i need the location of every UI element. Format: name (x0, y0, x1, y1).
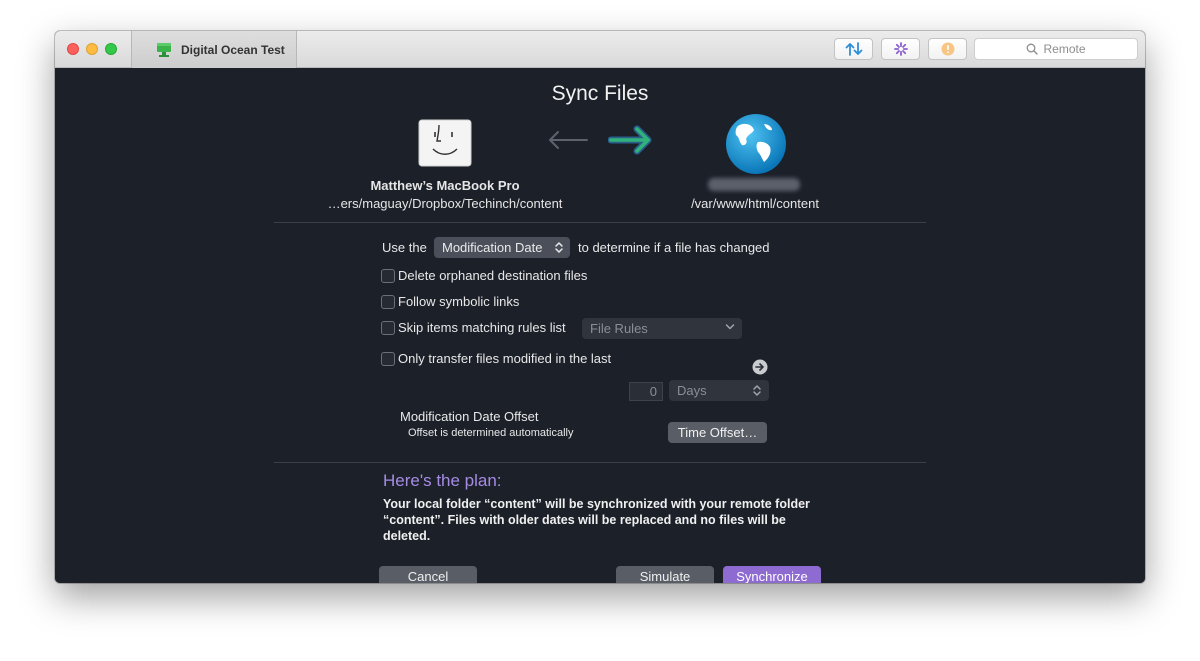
skip-matching-label: Skip items matching rules list (398, 320, 566, 335)
chevron-updown-icon (555, 242, 563, 253)
only-transfer-label: Only transfer files modified in the last (398, 351, 612, 366)
days-unit-value: Days (677, 383, 707, 398)
close-window-button[interactable] (67, 43, 79, 55)
skip-matching-checkbox[interactable] (381, 321, 395, 335)
days-unit-select[interactable]: Days (669, 380, 769, 401)
chevron-updown-icon (753, 385, 761, 396)
minimize-window-button[interactable] (86, 43, 98, 55)
follow-symlinks-checkbox[interactable] (381, 295, 395, 309)
compare-method-value: Modification Date (442, 240, 543, 255)
top-divider (274, 222, 926, 223)
search-icon (1027, 43, 1039, 55)
arrow-left-icon (549, 131, 588, 149)
spinner-icon (893, 42, 908, 56)
compare-prefix-label: Use the (382, 240, 427, 255)
info-icon (941, 42, 954, 56)
local-computer-name: Matthew’s MacBook Pro (370, 178, 520, 193)
app-window: Digital Ocean Test Remote Sync Files Mat… (55, 31, 1145, 583)
offset-subtitle: Offset is determined automatically (408, 427, 574, 439)
delete-orphaned-label: Delete orphaned destination files (398, 268, 588, 283)
compare-suffix-label: to determine if a file has changed (578, 240, 770, 255)
title-bar: Digital Ocean Test Remote (55, 31, 1145, 68)
arrow-right-icon (608, 125, 652, 155)
go-to-rules-button[interactable] (752, 359, 768, 375)
sync-dialog: Sync Files Matthew’s MacBook Pro …ers/ma… (55, 69, 1145, 583)
search-placeholder: Remote (1043, 42, 1086, 56)
tab-label: Digital Ocean Test (181, 42, 285, 57)
remote-folder-path: /var/www/html/content (691, 196, 819, 211)
transfers-button[interactable] (834, 38, 873, 60)
chevron-down-icon (725, 324, 735, 330)
cancel-button[interactable]: Cancel (379, 566, 477, 583)
activity-button[interactable] (881, 38, 920, 60)
days-count-field[interactable]: 0 (629, 382, 663, 401)
plan-description: Your local folder “content” will be sync… (383, 497, 810, 543)
remote-search-field[interactable]: Remote (974, 38, 1138, 60)
info-button[interactable] (928, 38, 967, 60)
compare-method-select[interactable]: Modification Date (434, 237, 570, 258)
remote-host-redacted: ███.███.██.██ (708, 178, 800, 191)
local-folder-path: …ers/maguay/Dropbox/Techinch/content (327, 196, 563, 211)
dialog-title: Sync Files (551, 82, 649, 105)
bottom-divider (274, 462, 926, 463)
arrows-up-down-icon (845, 42, 862, 56)
only-transfer-checkbox[interactable] (381, 352, 395, 366)
synchronize-button[interactable]: Synchronize (723, 566, 821, 583)
file-rules-select[interactable]: File Rules (582, 318, 742, 339)
time-offset-button[interactable]: Time Offset… (668, 422, 767, 443)
delete-orphaned-checkbox[interactable] (381, 269, 395, 283)
simulate-button[interactable]: Simulate (616, 566, 714, 583)
globe-icon (726, 114, 786, 174)
follow-symlinks-label: Follow symbolic links (398, 294, 520, 309)
offset-title: Modification Date Offset (400, 409, 539, 424)
server-icon (157, 42, 171, 57)
finder-icon (418, 119, 472, 167)
tab-digital-ocean-test[interactable]: Digital Ocean Test (131, 31, 297, 68)
zoom-window-button[interactable] (105, 43, 117, 55)
plan-title: Here's the plan: (383, 471, 502, 490)
file-rules-value: File Rules (590, 321, 648, 336)
